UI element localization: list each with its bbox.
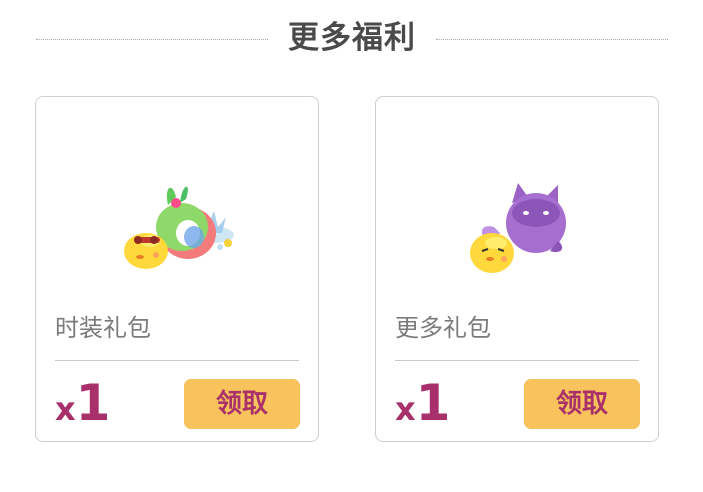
card-divider [55, 360, 299, 361]
card-divider [395, 360, 639, 361]
chick-with-purple-cat-icon [470, 183, 566, 273]
quantity-value: 1 [415, 374, 451, 432]
quantity: x1 [395, 373, 450, 445]
quantity: x1 [55, 373, 110, 445]
gift-card-fashion: 时装礼包 x1 领取 [35, 96, 319, 442]
more-pack-image [454, 177, 584, 287]
section-title: 更多福利 [288, 20, 416, 56]
section-header: 更多福利 [0, 14, 703, 66]
header-divider-right [436, 39, 668, 40]
quantity-prefix: x [395, 390, 416, 428]
claim-button[interactable]: 领取 [184, 379, 300, 429]
gift-card-more: 更多礼包 x1 领取 [375, 96, 659, 442]
fashion-pack-image [116, 173, 246, 283]
header-divider-left [36, 39, 268, 40]
claim-button[interactable]: 领取 [524, 379, 640, 429]
card-name: 时装礼包 [55, 314, 151, 342]
card-name: 更多礼包 [395, 314, 491, 342]
quantity-prefix: x [55, 390, 76, 428]
chick-with-floaty-icon [124, 186, 234, 269]
quantity-value: 1 [75, 374, 111, 432]
